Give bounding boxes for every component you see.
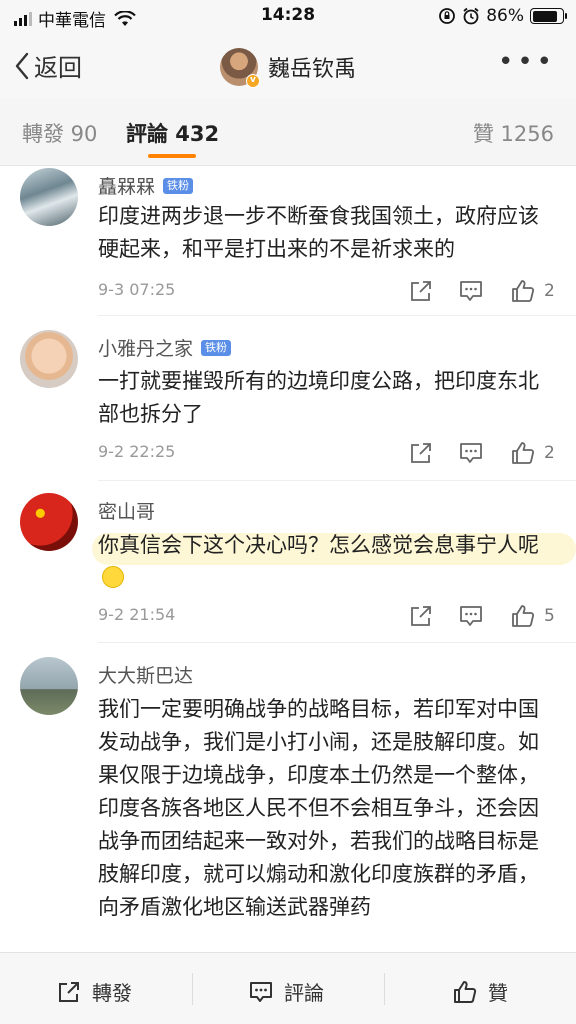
comment-username[interactable]: 小雅丹之家 铁粉 xyxy=(98,334,232,361)
alarm-icon xyxy=(463,7,479,25)
comment-username[interactable]: 密山哥 xyxy=(98,497,155,524)
tab-comment[interactable]: 評論 432 xyxy=(126,118,219,148)
verified-badge-icon: v xyxy=(245,74,260,88)
share-icon[interactable] xyxy=(408,278,434,304)
status-bar: 中華電信 14:28 86% xyxy=(0,0,576,34)
divider xyxy=(192,973,193,1005)
orientation-lock-icon xyxy=(439,8,456,24)
comment-username[interactable]: 大大斯巴达 xyxy=(98,661,193,688)
comment-time: 9-3 07:25 xyxy=(98,280,176,299)
avatar[interactable] xyxy=(20,493,78,551)
comment-text: 印度进两步退一步不断蚕食我国领土，政府应该硬起来，和平是打出来的不是祈求来的 xyxy=(98,204,539,261)
comment-meta: 9-2 21:54 5 xyxy=(98,605,558,631)
avatar[interactable] xyxy=(20,168,78,226)
tab-bar: 轉發 90 評論 432 贊 1256 xyxy=(0,98,576,166)
like-count: 5 xyxy=(544,606,555,626)
like-count: 2 xyxy=(544,281,555,301)
comment-icon[interactable] xyxy=(458,278,484,304)
avatar[interactable] xyxy=(20,330,78,388)
bottom-action-bar: 轉發 評論 贊 xyxy=(0,952,576,1024)
status-right: 86% xyxy=(438,6,567,26)
comment-text: 我们一定要明确战争的战略目标，若印军对中国发动战争，我们是小打小闹，还是肢解印度… xyxy=(98,697,539,919)
comment-list[interactable]: 矗槑槑 铁粉 印度进两步退一步不断蚕食我国领土，政府应该硬起来，和平是打出来的不… xyxy=(0,166,576,952)
thumbs-up-icon[interactable] xyxy=(510,278,536,304)
share-icon[interactable] xyxy=(408,440,434,466)
comment-icon xyxy=(250,981,272,1002)
avatar[interactable] xyxy=(20,657,78,715)
battery-level xyxy=(532,10,558,22)
active-tab-indicator xyxy=(148,154,196,158)
comment-icon[interactable] xyxy=(458,603,484,629)
comment-meta: 9-2 22:25 2 xyxy=(98,442,558,468)
like-label: 贊 xyxy=(488,981,508,1005)
username-text: 小雅丹之家 xyxy=(98,338,194,360)
tab-repost[interactable]: 轉發 90 xyxy=(22,118,97,148)
battery-icon xyxy=(530,8,567,24)
comment-item: 小雅丹之家 铁粉 一打就要摧毁所有的边境印度公路，把印度东北部也拆分了 9-2 … xyxy=(0,316,576,481)
divider xyxy=(384,973,385,1005)
username-text: 矗槑槑 xyxy=(98,176,156,198)
share-icon xyxy=(59,981,79,1002)
share-icon[interactable] xyxy=(408,603,434,629)
username-text: 密山哥 xyxy=(98,501,156,523)
username-text: 大大斯巴达 xyxy=(98,665,194,687)
fan-badge: 铁粉 xyxy=(201,339,232,356)
repost-label: 轉發 xyxy=(92,981,132,1005)
like-button[interactable]: 贊 xyxy=(452,977,508,1006)
tab-like[interactable]: 贊 1256 xyxy=(473,118,554,148)
comment-item: 大大斯巴达 我们一定要明确战争的战略目标，若印军对中国发动战争，我们是小打小闹，… xyxy=(0,643,576,952)
comment-button[interactable]: 評論 xyxy=(248,977,324,1006)
page-title: 巍岳钦禹 xyxy=(267,57,356,82)
comment-time: 9-2 22:25 xyxy=(98,442,176,461)
fan-badge: 铁粉 xyxy=(163,177,194,194)
nav-title-group[interactable]: v 巍岳钦禹 xyxy=(0,48,576,88)
thumbs-up-icon xyxy=(454,980,477,1003)
thumbs-up-icon[interactable] xyxy=(510,440,536,466)
comment-label: 評論 xyxy=(284,981,324,1005)
comment-text: 你真信会下这个决心吗？怎么感觉会息事宁人呢 xyxy=(98,529,554,595)
thumbs-up-icon[interactable] xyxy=(510,603,536,629)
comment-text-body: 你真信会下这个决心吗？怎么感觉会息事宁人呢 xyxy=(98,533,539,557)
comment-username[interactable]: 矗槑槑 铁粉 xyxy=(98,172,194,199)
comment-icon[interactable] xyxy=(458,440,484,466)
battery-percent: 86% xyxy=(486,6,524,26)
comment-meta: 9-3 07:25 2 xyxy=(98,280,558,306)
comment-item: 密山哥 你真信会下这个决心吗？怎么感觉会息事宁人呢 9-2 21:54 5 xyxy=(0,481,576,643)
repost-button[interactable]: 轉發 xyxy=(56,977,132,1006)
emoji-icon xyxy=(102,566,124,588)
comment-time: 9-2 21:54 xyxy=(98,605,176,624)
avatar[interactable]: v xyxy=(219,48,260,88)
like-count: 2 xyxy=(544,443,555,463)
more-button[interactable]: ••• xyxy=(498,49,556,75)
comment-text: 一打就要摧毁所有的边境印度公路，把印度东北部也拆分了 xyxy=(98,369,539,426)
comment-item: 矗槑槑 铁粉 印度进两步退一步不断蚕食我国领土，政府应该硬起来，和平是打出来的不… xyxy=(0,166,576,316)
nav-bar: 返回 v 巍岳钦禹 ••• xyxy=(0,34,576,98)
